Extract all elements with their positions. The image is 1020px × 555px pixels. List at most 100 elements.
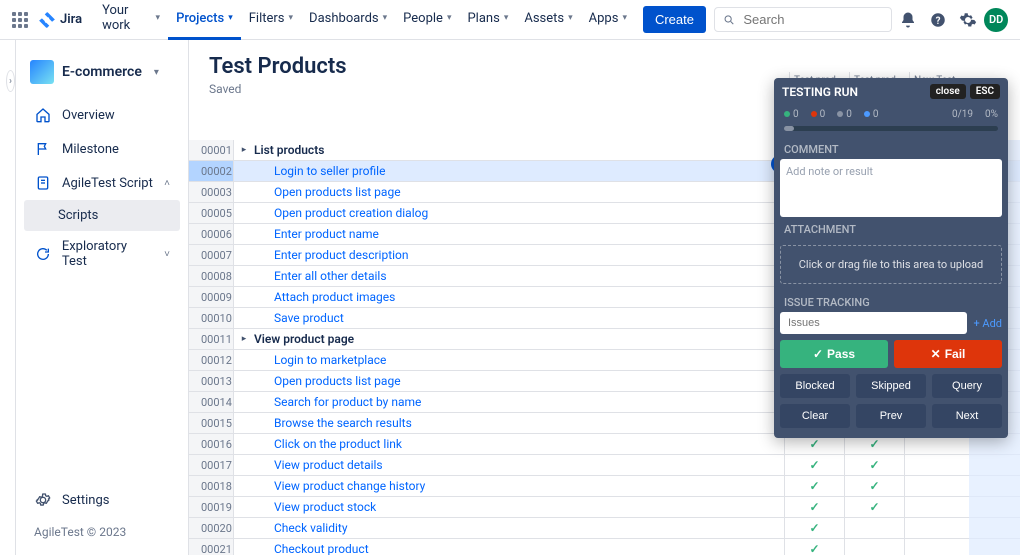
notifications-icon[interactable]: [896, 7, 922, 33]
step-label[interactable]: Open product creation dialog: [254, 206, 784, 220]
clear-button[interactable]: Clear: [780, 404, 850, 428]
collapse-sidebar-icon[interactable]: ›: [6, 70, 15, 92]
pass-button[interactable]: ✓ Pass: [780, 340, 888, 368]
step-label[interactable]: Enter product description: [254, 248, 784, 262]
toggle-icon[interactable]: ▸: [234, 334, 254, 344]
step-label[interactable]: Attach product images: [254, 290, 784, 304]
result-cell[interactable]: [904, 518, 964, 538]
step-label[interactable]: List products: [254, 143, 784, 157]
result-cell[interactable]: ✓: [844, 455, 904, 475]
result-cell[interactable]: ✓: [784, 539, 844, 555]
step-row[interactable]: 00019View product stock✓✓: [189, 497, 1020, 518]
result-cell[interactable]: [844, 518, 904, 538]
nav-item-people[interactable]: People▾: [395, 0, 459, 40]
sidebar-item-label: AgileTest Script: [62, 176, 153, 191]
sidebar-item-agiletest-script[interactable]: AgileTest Script˄: [24, 166, 180, 200]
toggle-icon[interactable]: ▸: [234, 145, 254, 155]
step-label[interactable]: Enter product name: [254, 227, 784, 241]
nav-item-filters[interactable]: Filters▾: [241, 0, 301, 40]
close-button[interactable]: close: [930, 84, 966, 99]
pass-icon: ✓: [869, 437, 879, 451]
sidebar-item-label: Settings: [62, 493, 109, 508]
step-label[interactable]: Check validity: [254, 521, 784, 535]
step-row[interactable]: 00018View product change history✓✓: [189, 476, 1020, 497]
pass-icon: ✓: [809, 458, 819, 472]
result-cell[interactable]: ✓: [844, 497, 904, 517]
prev-button[interactable]: Prev: [856, 404, 926, 428]
next-button[interactable]: Next: [932, 404, 1002, 428]
skipped-button[interactable]: Skipped: [856, 374, 926, 398]
step-id: 00001: [189, 140, 234, 160]
step-label[interactable]: View product details: [254, 458, 784, 472]
result-cell[interactable]: [844, 539, 904, 555]
help-icon[interactable]: ?: [925, 7, 951, 33]
step-row[interactable]: 00020Check validity✓: [189, 518, 1020, 539]
nav-item-apps[interactable]: Apps▾: [581, 0, 635, 40]
pass-icon: ✓: [809, 542, 819, 555]
sidebar-item-milestone[interactable]: Milestone: [24, 132, 180, 166]
sidebar-item-scripts[interactable]: Scripts: [24, 200, 180, 231]
result-cell[interactable]: ✓: [784, 476, 844, 496]
step-label[interactable]: Save product: [254, 311, 784, 325]
search-input[interactable]: [741, 11, 882, 28]
fail-button[interactable]: ✕ Fail: [894, 340, 1002, 368]
result-cell[interactable]: [904, 476, 964, 496]
result-cell[interactable]: [904, 539, 964, 555]
result-cell[interactable]: [904, 497, 964, 517]
result-cell[interactable]: ✓: [844, 476, 904, 496]
step-label[interactable]: Open products list page: [254, 185, 784, 199]
search-box[interactable]: [714, 7, 892, 32]
step-label[interactable]: View product page: [254, 332, 784, 346]
result-cell[interactable]: ✓: [784, 455, 844, 475]
sidebar-item-settings[interactable]: Settings: [24, 483, 180, 517]
result-cell[interactable]: [904, 455, 964, 475]
result-cell[interactable]: ✓: [784, 497, 844, 517]
nav-item-plans[interactable]: Plans▾: [459, 0, 516, 40]
esc-hint: ESC: [970, 84, 1000, 99]
step-label[interactable]: View product change history: [254, 479, 784, 493]
sidebar-item-label: Scripts: [58, 208, 98, 223]
project-icon: [30, 60, 54, 84]
step-id: 00007: [189, 245, 234, 265]
progress-count: 0/19: [952, 109, 973, 120]
nav-item-projects[interactable]: Projects▾: [168, 0, 241, 40]
step-label[interactable]: Open products list page: [254, 374, 784, 388]
step-label[interactable]: Login to seller profile: [254, 164, 784, 178]
chevron-down-icon: ˅: [164, 249, 170, 260]
progress-percent: 0%: [985, 109, 998, 120]
result-cell[interactable]: ✓: [784, 518, 844, 538]
nav-item-assets[interactable]: Assets▾: [516, 0, 580, 40]
pass-icon: ✓: [809, 521, 819, 535]
project-switcher[interactable]: E-commerce ▾: [24, 56, 180, 98]
app-switcher-icon[interactable]: [12, 12, 28, 28]
step-id: 00014: [189, 392, 234, 412]
sidebar-item-exploratory-test[interactable]: Exploratory Test˅: [24, 231, 180, 277]
step-id: 00015: [189, 413, 234, 433]
user-avatar[interactable]: DD: [984, 8, 1008, 32]
step-row[interactable]: 00021Checkout product✓: [189, 539, 1020, 555]
nav-item-your-work[interactable]: Your work▾: [94, 0, 168, 40]
settings-icon[interactable]: [955, 7, 981, 33]
step-label[interactable]: Enter all other details: [254, 269, 784, 283]
comment-label: COMMENT: [774, 137, 1008, 159]
step-label[interactable]: Login to marketplace: [254, 353, 784, 367]
script-icon: [34, 174, 52, 192]
step-row[interactable]: 00017View product details✓✓: [189, 455, 1020, 476]
query-button[interactable]: Query: [932, 374, 1002, 398]
product-name: Jira: [60, 12, 82, 27]
step-label[interactable]: Click on the product link: [254, 437, 784, 451]
issue-input[interactable]: [780, 312, 967, 334]
attachment-dropzone[interactable]: Click or drag file to this area to uploa…: [780, 245, 1002, 284]
step-label[interactable]: Checkout product: [254, 542, 784, 555]
sidebar-item-label: Milestone: [62, 142, 119, 157]
sidebar-item-overview[interactable]: Overview: [24, 98, 180, 132]
nav-item-dashboards[interactable]: Dashboards▾: [301, 0, 395, 40]
step-label[interactable]: Search for product by name: [254, 395, 784, 409]
comment-input[interactable]: Add note or result: [780, 159, 1002, 217]
blocked-button[interactable]: Blocked: [780, 374, 850, 398]
create-button[interactable]: Create: [643, 6, 706, 33]
step-label[interactable]: View product stock: [254, 500, 784, 514]
jira-logo[interactable]: Jira: [38, 11, 82, 29]
step-label[interactable]: Browse the search results: [254, 416, 784, 430]
add-issue-button[interactable]: + Add: [973, 317, 1002, 330]
